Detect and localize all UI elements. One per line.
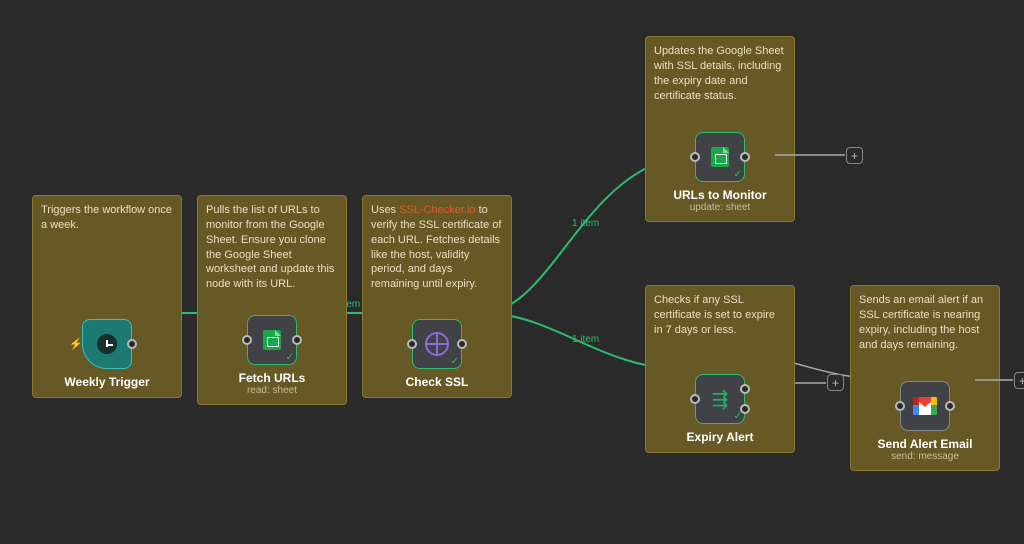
clock-icon[interactable] bbox=[82, 319, 132, 369]
signpost-icon[interactable]: ⇶ ✓ bbox=[695, 374, 745, 424]
node-title: Weekly Trigger bbox=[64, 375, 149, 389]
node-expiry-alert[interactable]: Checks if any SSL certificate is set to … bbox=[645, 285, 795, 453]
edge-label-3: 1 item bbox=[572, 218, 599, 229]
node-check-ssl[interactable]: Uses SSL-Checker.io to verify the SSL ce… bbox=[362, 195, 512, 398]
node-urls-to-monitor[interactable]: Updates the Google Sheet with SSL detail… bbox=[645, 36, 795, 222]
node-title: Fetch URLs bbox=[239, 371, 306, 385]
node-desc: Updates the Google Sheet with SSL detail… bbox=[654, 44, 786, 104]
node-desc: Pulls the list of URLs to monitor from t… bbox=[206, 203, 338, 292]
add-node-after-email[interactable]: + bbox=[1014, 372, 1024, 389]
node-desc: Checks if any SSL certificate is set to … bbox=[654, 293, 786, 353]
node-desc: Triggers the workflow once a week. bbox=[41, 203, 173, 263]
node-send-alert-email[interactable]: Sends an email alert if an SSL certifica… bbox=[850, 285, 1000, 471]
node-weekly-trigger[interactable]: Triggers the workflow once a week. ⚡ Wee… bbox=[32, 195, 182, 398]
check-icon: ✓ bbox=[734, 169, 742, 180]
bolt-icon: ⚡ bbox=[69, 338, 83, 351]
link-ssl-checker[interactable]: SSL-Checker.io bbox=[399, 204, 475, 216]
add-node-after-expiry-false[interactable]: + bbox=[827, 374, 844, 391]
check-icon: ✓ bbox=[734, 411, 742, 422]
node-title: Send Alert Email bbox=[878, 437, 973, 451]
sheet-icon[interactable]: ✓ bbox=[247, 315, 297, 365]
node-desc: Sends an email alert if an SSL certifica… bbox=[859, 293, 991, 353]
gmail-icon[interactable] bbox=[900, 381, 950, 431]
node-title: Expiry Alert bbox=[687, 430, 754, 444]
node-subtitle: read: sheet bbox=[247, 385, 297, 396]
add-node-after-update[interactable]: + bbox=[846, 147, 863, 164]
node-title: URLs to Monitor bbox=[673, 188, 766, 202]
globe-icon[interactable]: ✓ bbox=[412, 319, 462, 369]
check-icon: ✓ bbox=[286, 352, 294, 363]
check-icon: ✓ bbox=[451, 356, 459, 367]
edge-label-4: 1 item bbox=[572, 334, 599, 345]
node-fetch-urls[interactable]: Pulls the list of URLs to monitor from t… bbox=[197, 195, 347, 405]
node-title: Check SSL bbox=[406, 375, 469, 389]
sheet-icon[interactable]: ✓ bbox=[695, 132, 745, 182]
node-desc: Uses SSL-Checker.io to verify the SSL ce… bbox=[371, 203, 503, 292]
node-subtitle: update: sheet bbox=[690, 202, 751, 213]
node-subtitle: send: message bbox=[891, 451, 959, 462]
